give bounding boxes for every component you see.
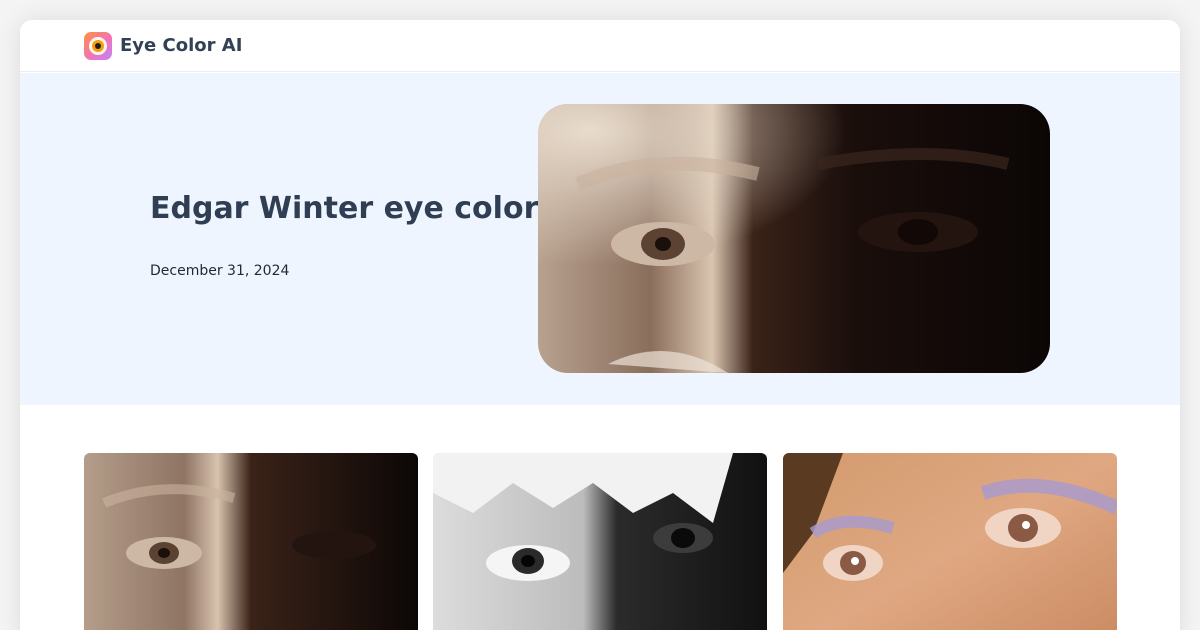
top-navbar: Eye Color AI	[20, 20, 1180, 72]
hero-eyes-photo	[538, 104, 1050, 373]
page-card: Eye Color AI Edgar Winter eye color Dece…	[20, 20, 1180, 630]
hero-section: Edgar Winter eye color December 31, 2024	[20, 73, 1180, 405]
gallery-photo-1[interactable]	[84, 453, 418, 630]
eye-photo-gallery	[84, 453, 1117, 630]
gallery-photo-3[interactable]	[783, 453, 1117, 630]
brand-name[interactable]: Eye Color AI	[120, 35, 242, 56]
publish-date: December 31, 2024	[150, 263, 290, 279]
page-title: Edgar Winter eye color	[150, 191, 539, 226]
gallery-photo-2[interactable]	[433, 453, 767, 630]
eye-logo-icon[interactable]	[84, 31, 112, 60]
